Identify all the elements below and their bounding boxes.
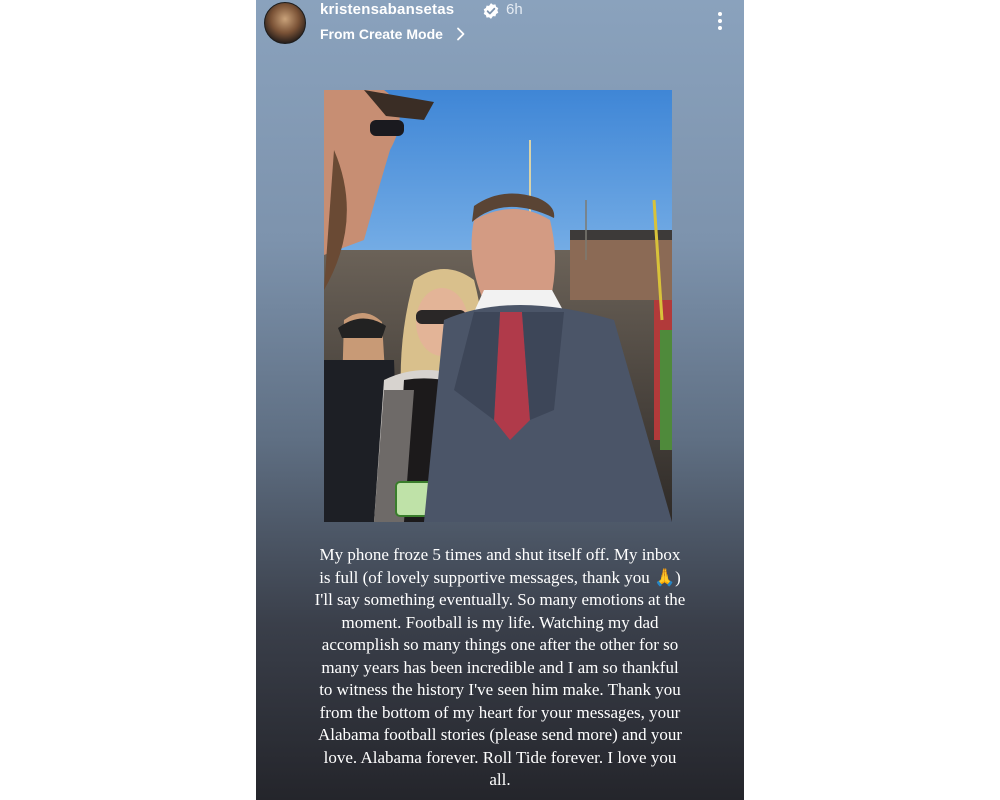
profile-avatar[interactable] (264, 2, 306, 44)
story-viewer[interactable]: kristensabansetas 6h From Create Mode My… (256, 0, 744, 800)
story-header: kristensabansetas 6h From Create Mode (256, 0, 744, 50)
verified-badge-icon (483, 3, 499, 19)
more-options-icon[interactable] (712, 10, 728, 32)
create-mode-link[interactable]: From Create Mode (320, 26, 443, 42)
username[interactable]: kristensabansetas (320, 1, 454, 18)
chevron-right-icon[interactable] (456, 27, 466, 41)
story-photo (324, 90, 672, 522)
story-timestamp: 6h (506, 1, 523, 18)
story-caption: My phone froze 5 times and shut itself o… (314, 545, 686, 789)
